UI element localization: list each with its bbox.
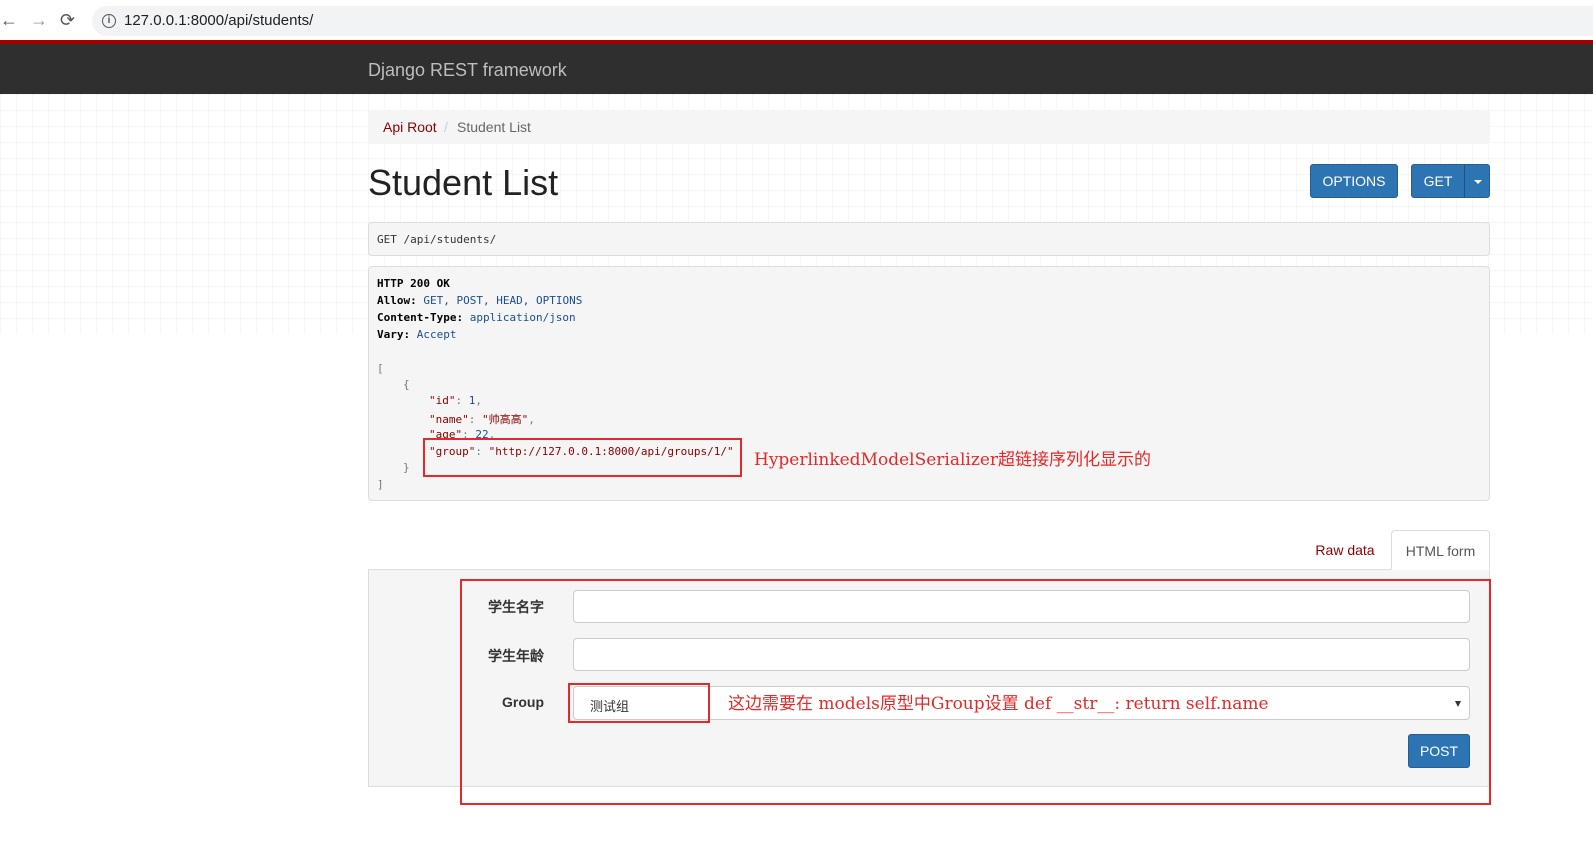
annotation-hyperlink-note: HyperlinkedModelSerializer超链接序列化显示的 — [754, 450, 1152, 470]
json-value: "帅高高" — [482, 413, 529, 426]
header-value: Accept — [416, 328, 457, 341]
get-format-dropdown[interactable] — [1464, 164, 1490, 198]
header-value: application/json — [469, 311, 576, 324]
json-key: "id" — [429, 394, 456, 407]
json-close-bracket: ] — [377, 478, 384, 491]
tab-raw-data[interactable]: Raw data — [1300, 530, 1390, 570]
address-bar[interactable]: i 127.0.0.1:8000/api/students/ — [92, 6, 1593, 36]
back-arrow-icon[interactable]: ← — [0, 10, 18, 30]
forward-arrow-icon[interactable]: → — [30, 10, 48, 30]
response-header: Content-Type: application/json — [377, 311, 576, 324]
get-button[interactable]: GET — [1411, 164, 1465, 198]
options-button[interactable]: OPTIONS — [1310, 164, 1398, 198]
breadcrumb: Api Root / Student List — [368, 110, 1490, 144]
json-open-brace: { — [403, 378, 410, 391]
request-line: GET /api/students/ — [377, 233, 496, 246]
header-key: Vary: — [377, 328, 411, 341]
request-method: GET — [377, 233, 397, 246]
brand-link[interactable]: Django REST framework — [368, 60, 567, 81]
header-key: Allow: — [377, 294, 417, 307]
annotation-group-note: 这边需要在 models原型中Group设置 def __str__: retu… — [728, 694, 1269, 714]
json-key: "name" — [429, 413, 469, 426]
response-header: Allow: GET, POST, HEAD, OPTIONS — [377, 294, 582, 307]
info-icon[interactable]: i — [102, 14, 116, 28]
request-info: GET /api/students/ — [368, 222, 1490, 256]
top-navbar: Django REST framework — [0, 44, 1593, 94]
request-path: /api/students/ — [403, 233, 497, 246]
header-key: Content-Type: — [377, 311, 464, 324]
response-status: HTTP 200 OK — [377, 277, 450, 290]
json-name-line: "name": "帅高高", — [429, 413, 535, 426]
json-close-brace: } — [403, 461, 410, 474]
json-id-line: "id": 1, — [429, 394, 482, 407]
url-text[interactable]: 127.0.0.1:8000/api/students/ — [124, 12, 313, 29]
annotation-box-group-link — [423, 438, 742, 477]
browser-chrome: ← → ⟳ i 127.0.0.1:8000/api/students/ — [0, 0, 1593, 40]
annotation-box-group-value — [568, 683, 710, 723]
json-open-bracket: [ — [377, 362, 384, 375]
breadcrumb-api-root[interactable]: Api Root — [383, 119, 437, 135]
breadcrumb-separator: / — [444, 119, 448, 135]
tab-html-form[interactable]: HTML form — [1391, 530, 1490, 570]
reload-icon[interactable]: ⟳ — [60, 10, 75, 30]
caret-down-icon — [1474, 180, 1482, 184]
response-header: Vary: Accept — [377, 328, 457, 341]
header-value: GET, POST, HEAD, OPTIONS — [423, 294, 583, 307]
breadcrumb-current: Student List — [457, 119, 531, 135]
page-title: Student List — [368, 162, 559, 203]
